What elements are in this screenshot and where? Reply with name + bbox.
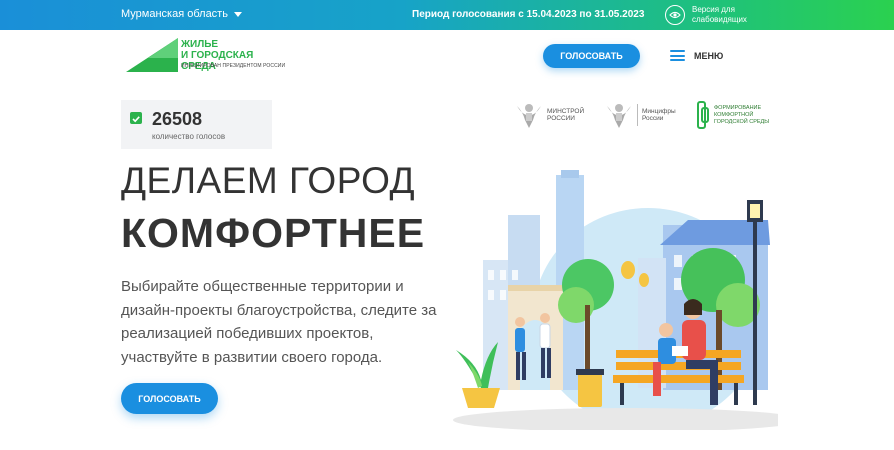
partner-minstroy-label: МИНСТРОЙ РОССИИ <box>547 107 585 123</box>
logo-subtitle: ИНИЦИИРОВАН ПРЕЗИДЕНТОМ РОССИИ <box>181 63 286 69</box>
region-selector[interactable]: Мурманская область <box>121 8 242 20</box>
eye-icon <box>665 5 685 25</box>
hero-description: Выбирайте общественные территории и диза… <box>121 278 437 366</box>
partner-fks-label: ФОРМИРОВАНИЕ КОМФОРТНОЙ ГОРОДСКОЙ СРЕДЫ <box>714 104 770 125</box>
partner-mintsifry-label: Минцифры России <box>642 107 676 123</box>
vote-count: 26508 <box>152 109 203 129</box>
partner-fks[interactable]: ФОРМИРОВАНИЕ КОМФОРТНОЙ ГОРОДСКОЙ СРЕДЫ <box>696 100 769 130</box>
vote-counter: 26508 количество голосов <box>121 100 272 149</box>
logo-mark-icon <box>126 38 178 72</box>
partner-mintsifry[interactable]: Минцифры России <box>605 100 676 130</box>
menu-label: МЕНЮ <box>694 50 724 61</box>
hero-title-line1: ДЕЛАЕМ ГОРОД <box>121 160 416 201</box>
accessibility-toggle[interactable]: Версия для слабовидящих <box>665 5 747 25</box>
fks-logo-icon <box>697 101 709 129</box>
vote-button-main[interactable]: ГОЛОСОВАТЬ <box>121 383 218 414</box>
menu-button[interactable]: МЕНЮ <box>670 50 723 61</box>
coat-of-arms-icon <box>517 104 541 128</box>
accessibility-label-2: слабовидящих <box>692 15 747 24</box>
coat-of-arms-icon <box>607 104 631 128</box>
vote-button-header[interactable]: ГОЛОСОВАТЬ <box>543 44 640 68</box>
site-logo[interactable]: ЖИЛЬЕ И ГОРОДСКАЯ СРЕДА ИНИЦИИРОВАН ПРЕЗ… <box>126 38 286 74</box>
voting-period: Период голосования с 15.04.2023 по 31.05… <box>412 9 645 20</box>
region-label: Мурманская область <box>121 8 228 20</box>
hamburger-icon <box>670 50 685 61</box>
caret-down-icon <box>233 11 242 17</box>
vote-count-label: количество голосов <box>152 132 226 141</box>
hero-title-line2: КОМФОРТНЕЕ <box>121 210 426 256</box>
accessibility-label-1: Версия для <box>692 5 735 14</box>
top-bar: Мурманская область Период голосования с … <box>0 0 894 30</box>
checkmark-icon <box>130 112 142 124</box>
city-park-illustration <box>453 170 778 430</box>
partner-minstroy[interactable]: МИНСТРОЙ РОССИИ <box>515 100 584 130</box>
